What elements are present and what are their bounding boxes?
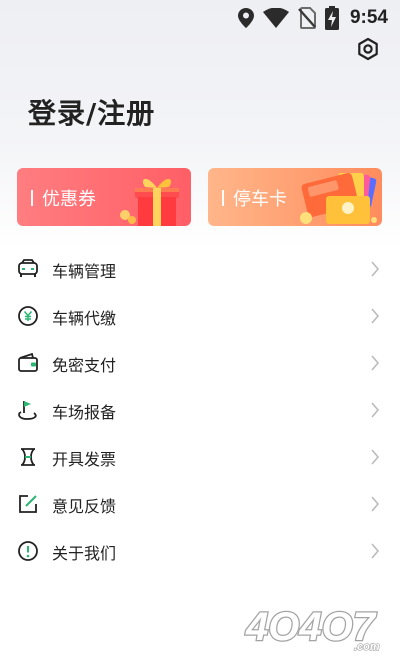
menu-item-label: 车辆代缴 <box>52 309 117 328</box>
svg-text:.com: .com <box>354 641 380 653</box>
watermark-logo: 4O4O7 .com <box>244 604 381 654</box>
menu-list: 车辆管理 车辆代缴 免密支付 车场报备 开具发票 意见反馈 关于我们 <box>0 246 400 575</box>
label-bar <box>222 190 224 206</box>
gift-box-icon <box>120 178 179 226</box>
info-icon <box>18 541 38 561</box>
label-bar <box>31 190 33 206</box>
menu-item-vehicle-management[interactable]: 车辆管理 <box>0 246 400 293</box>
menu-item-label: 意见反馈 <box>52 497 117 516</box>
parking-card-label-wrap: 停车卡 <box>222 185 287 211</box>
location-icon <box>237 8 254 28</box>
login-register-link[interactable]: 登录/注册 <box>28 92 155 132</box>
coupon-card-label: 优惠券 <box>42 189 96 210</box>
cards-stack-icon <box>300 173 377 224</box>
menu-item-label: 免密支付 <box>52 356 117 375</box>
invoice-icon <box>21 448 35 466</box>
chevron-right-icon <box>371 402 380 418</box>
yuan-coin-icon <box>18 306 38 326</box>
battery-charging-icon <box>324 6 339 30</box>
menu-item-password-free-payment[interactable]: 免密支付 <box>0 340 400 387</box>
location-flag-icon <box>18 401 37 420</box>
no-sim-icon <box>298 7 316 29</box>
status-time: 9:54 <box>349 7 388 28</box>
parking-card[interactable]: 停车卡 <box>208 168 382 226</box>
status-bar: 9:54 <box>0 0 400 36</box>
car-icon <box>18 259 38 277</box>
menu-item-feedback[interactable]: 意见反馈 <box>0 481 400 528</box>
menu-item-issue-invoice[interactable]: 开具发票 <box>0 434 400 481</box>
menu-item-label: 关于我们 <box>52 544 117 563</box>
gear-icon <box>358 37 378 61</box>
menu-item-about-us[interactable]: 关于我们 <box>0 528 400 575</box>
parking-card-label: 停车卡 <box>233 189 287 210</box>
wifi-icon <box>262 8 289 28</box>
menu-item-parking-report[interactable]: 车场报备 <box>0 387 400 434</box>
coupon-card[interactable]: 优惠券 <box>17 168 191 226</box>
menu-item-label: 车场报备 <box>52 403 117 422</box>
chevron-right-icon <box>371 261 380 277</box>
coupon-card-label-wrap: 优惠券 <box>31 185 96 211</box>
menu-item-label: 开具发票 <box>52 450 117 469</box>
chevron-right-icon <box>371 355 380 371</box>
chevron-right-icon <box>371 449 380 465</box>
chevron-right-icon <box>371 496 380 512</box>
menu-item-label: 车辆管理 <box>52 262 117 281</box>
settings-button[interactable] <box>356 37 380 61</box>
menu-item-vehicle-payment[interactable]: 车辆代缴 <box>0 293 400 340</box>
edit-icon <box>19 495 37 513</box>
chevron-right-icon <box>371 543 380 559</box>
wallet-icon <box>18 352 38 372</box>
chevron-right-icon <box>371 308 380 324</box>
